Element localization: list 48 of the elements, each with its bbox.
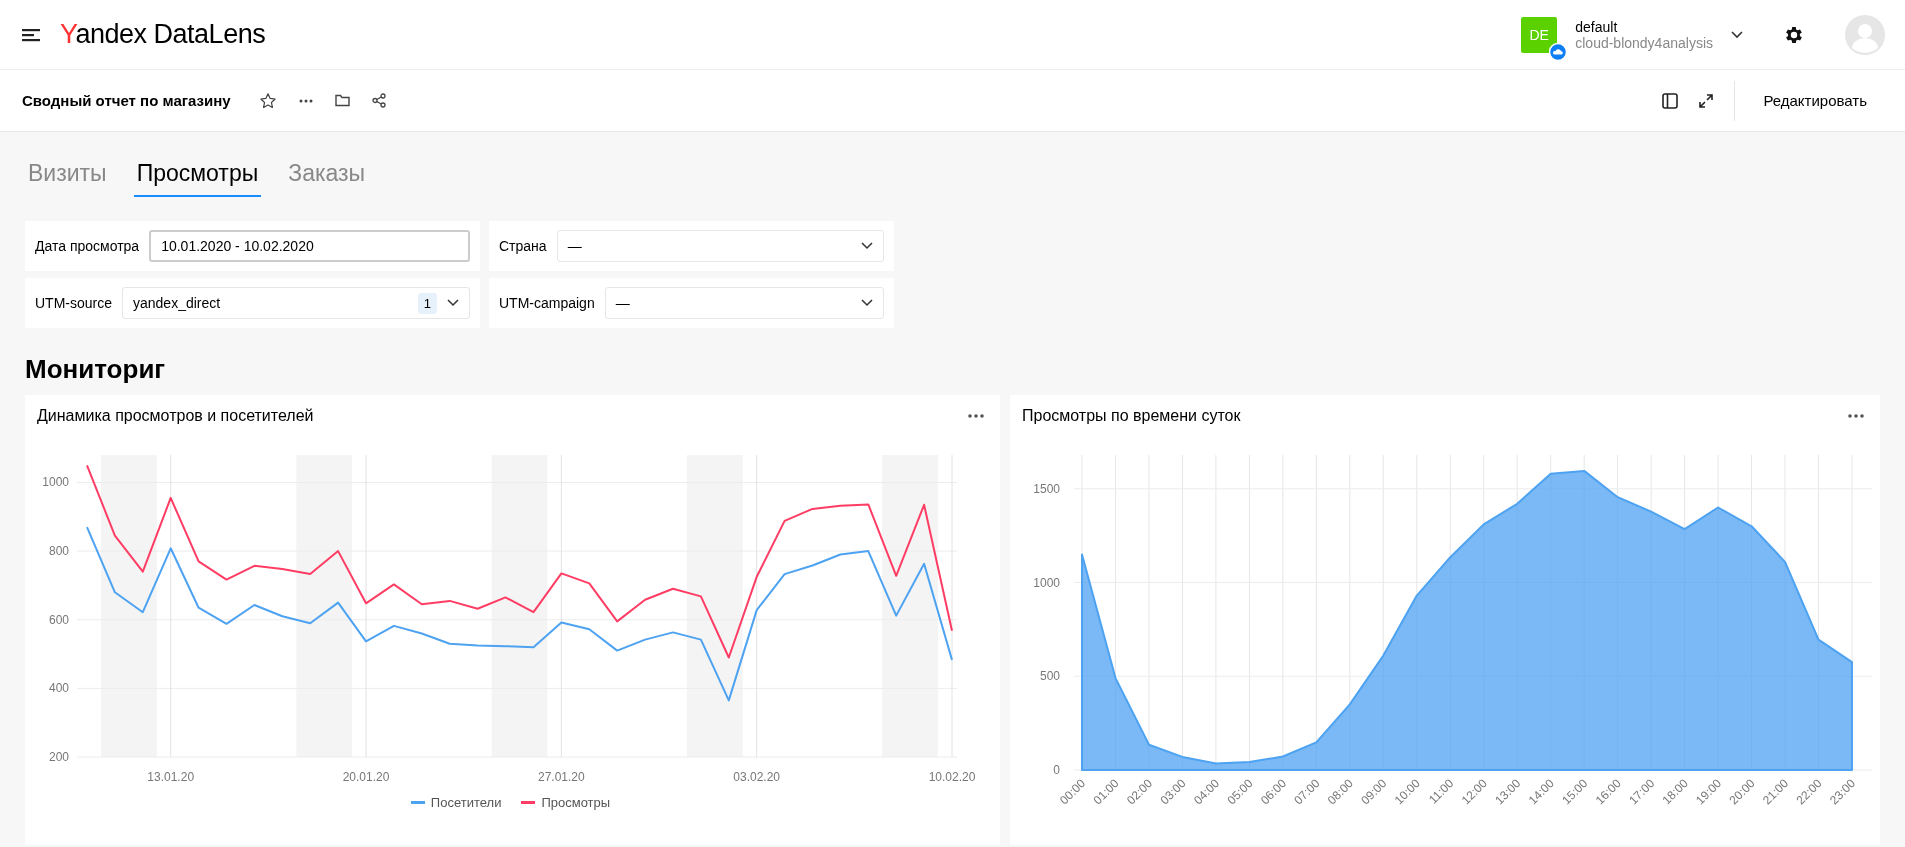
count-badge: 1	[417, 292, 437, 314]
chart-title: Просмотры по времени суток	[1022, 407, 1241, 425]
edit-button[interactable]: Редактировать	[1755, 84, 1875, 117]
axis-label: 0	[1053, 763, 1060, 777]
axis-label: 27.01.20	[538, 770, 585, 784]
axis-label: 500	[1039, 669, 1060, 684]
filter-label: UTM-campaign	[499, 295, 595, 311]
more-icon[interactable]	[968, 414, 984, 418]
axis-label: 1000	[1033, 575, 1060, 590]
more-icon[interactable]	[1848, 414, 1864, 418]
axis-label: 13.01.20	[147, 770, 195, 784]
menu-icon[interactable]	[22, 26, 42, 43]
chevron-icon	[861, 242, 873, 250]
axis-label: 600	[48, 612, 69, 627]
chart-title: Динамика просмотров и посетителей	[37, 407, 314, 425]
caret-icon[interactable]	[1731, 30, 1743, 39]
axis-label: 10.02.20	[928, 770, 976, 784]
select-field[interactable]: —	[556, 230, 884, 262]
axis-label: 03.02.20	[733, 770, 781, 784]
folder-icon[interactable]	[334, 94, 350, 107]
sidebar-icon[interactable]	[1662, 92, 1679, 109]
account-name: default	[1575, 18, 1619, 35]
logo[interactable]: Yandex DataLens	[60, 19, 266, 50]
legend-label[interactable]: Посетители	[430, 795, 502, 810]
axis-label: 200	[48, 750, 69, 764]
section-title: Мониториг	[25, 354, 167, 385]
more-icon[interactable]	[298, 98, 313, 103]
star-icon[interactable]	[258, 91, 277, 110]
axis-label: 20.01.20	[342, 770, 390, 784]
tab[interactable]: Просмотры	[133, 156, 262, 197]
expand-icon[interactable]	[1698, 92, 1715, 109]
axis-label: 800	[48, 544, 69, 559]
cloud-icon	[1549, 42, 1568, 61]
cloud-name: cloud-blondy4analysis	[1575, 34, 1713, 51]
dashboard-title: Сводный отчет по магазину	[22, 92, 231, 109]
select-field[interactable]: —	[604, 287, 884, 319]
filter-label: Страна	[499, 238, 547, 254]
date-field[interactable]: 10.01.2020 - 10.02.2020	[149, 230, 470, 262]
axis-label: 1000	[42, 475, 69, 490]
filter-label: Дата просмотра	[35, 238, 140, 254]
select-field[interactable]: yandex_direct 1	[122, 287, 470, 319]
axis-label: 1500	[1033, 481, 1060, 496]
axis-label: 400	[48, 681, 69, 696]
share-icon[interactable]	[371, 93, 386, 108]
legend-label[interactable]: Просмотры	[541, 795, 611, 810]
chevron-icon	[861, 299, 873, 307]
chevron-icon	[447, 299, 459, 307]
filter-label: UTM-source	[35, 295, 112, 311]
